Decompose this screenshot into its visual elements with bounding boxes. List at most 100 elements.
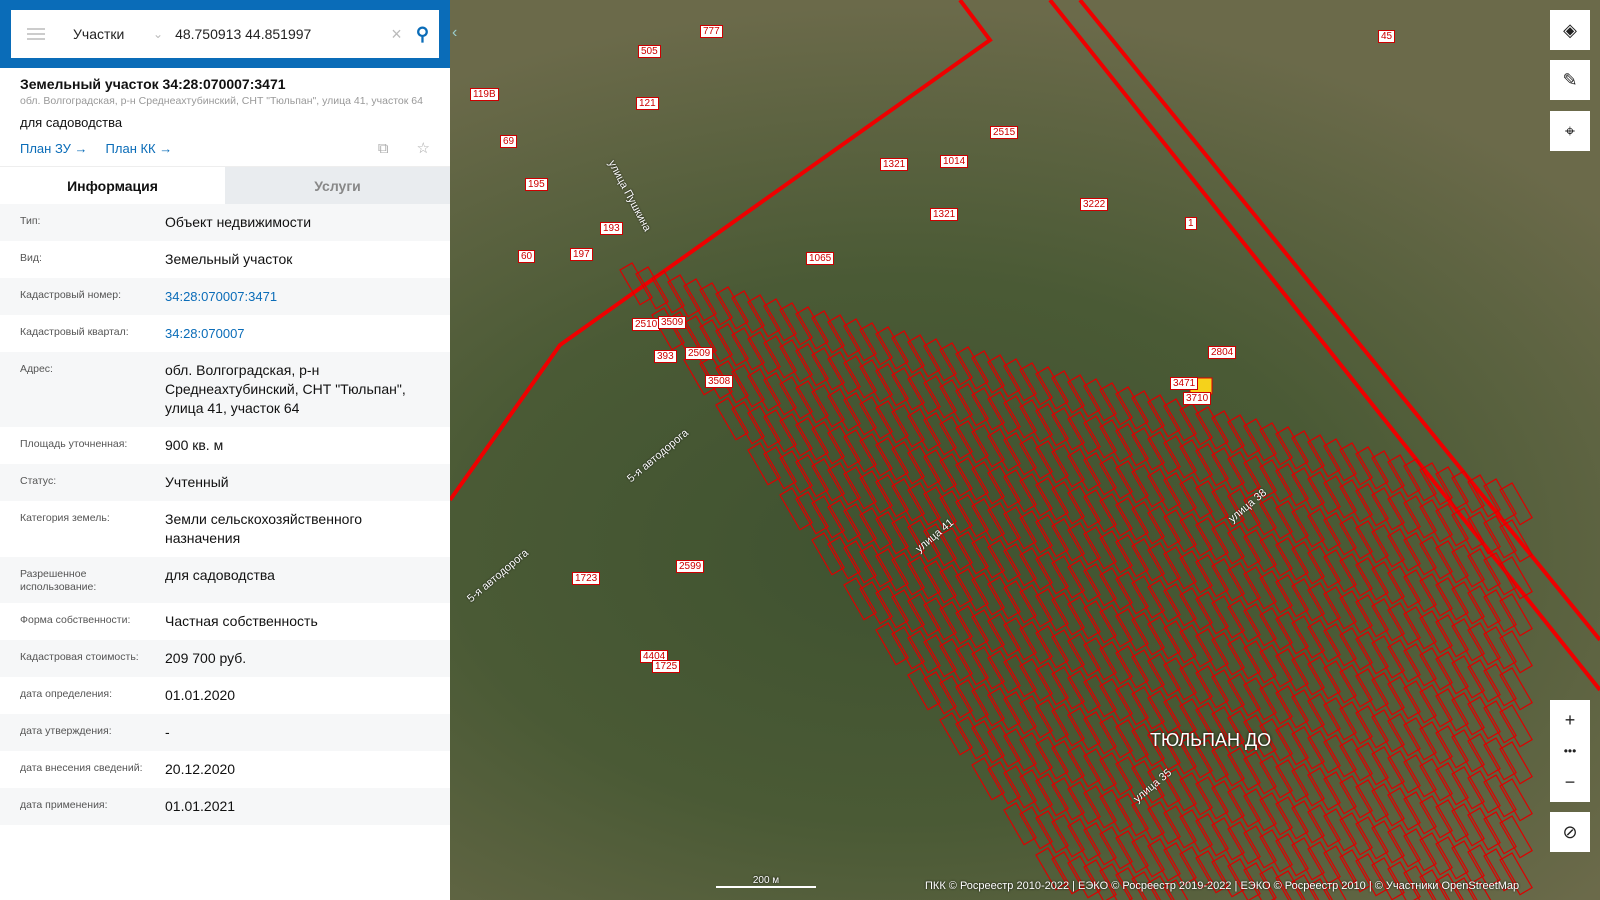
parcel-label[interactable]: 393 bbox=[654, 350, 677, 363]
parcel-label[interactable]: 2515 bbox=[990, 126, 1019, 139]
parcel-polygon bbox=[763, 335, 797, 379]
parcel-label[interactable]: 777 bbox=[700, 25, 723, 38]
chevron-down-icon[interactable]: ⌄ bbox=[153, 27, 163, 41]
parcel-label[interactable]: 2804 bbox=[1208, 346, 1237, 359]
parcel-label[interactable]: 121 bbox=[636, 97, 659, 110]
parcel-polygon bbox=[763, 298, 797, 342]
parcel-polygon bbox=[1067, 411, 1101, 455]
parcel-label[interactable]: 1725 bbox=[652, 660, 681, 673]
parcel-label[interactable]: 195 bbox=[525, 178, 548, 191]
star-icon[interactable]: ☆ bbox=[417, 139, 430, 157]
parcel-polygon bbox=[1115, 571, 1149, 615]
parcel-polygon bbox=[811, 458, 845, 502]
parcel-polygon bbox=[1387, 602, 1421, 646]
zoom-in-button[interactable]: + bbox=[1550, 700, 1590, 740]
parcel-label[interactable]: 193 bbox=[600, 222, 623, 235]
layers-button[interactable]: ◈ bbox=[1550, 10, 1590, 50]
parcel-polygon bbox=[939, 453, 973, 497]
parcel-label[interactable]: 197 bbox=[570, 248, 593, 261]
tab-info[interactable]: Информация bbox=[0, 167, 225, 204]
parcel-label[interactable]: 505 bbox=[638, 45, 661, 58]
attribute-row: Статус: Учтенный bbox=[0, 464, 450, 501]
parcel-polygon bbox=[715, 323, 749, 367]
parcel-polygon bbox=[987, 354, 1021, 398]
parcel-polygon bbox=[1403, 754, 1437, 798]
tab-services[interactable]: Услуги bbox=[225, 167, 450, 204]
parcel-polygon bbox=[923, 375, 957, 419]
parcel-polygon bbox=[1147, 505, 1181, 549]
parcel-label[interactable]: 60 bbox=[518, 250, 536, 263]
parcel-label[interactable]: 45 bbox=[1378, 30, 1396, 43]
parcel-polygon bbox=[1291, 800, 1325, 844]
parcel-polygon bbox=[1227, 747, 1261, 791]
plan-kk-link[interactable]: План КК → bbox=[106, 141, 173, 156]
parcel-polygon bbox=[1307, 471, 1341, 515]
parcel-polygon bbox=[1451, 655, 1485, 699]
search-input[interactable]: 48.750913 44.851997 bbox=[175, 26, 391, 42]
ruler-button[interactable]: ✎ bbox=[1550, 60, 1590, 100]
menu-icon[interactable] bbox=[27, 28, 45, 40]
parcel-label[interactable]: 3471 bbox=[1170, 377, 1199, 390]
parcel-label[interactable]: 119В bbox=[470, 88, 499, 101]
clear-icon[interactable]: × bbox=[391, 24, 402, 45]
parcel-label[interactable]: 2509 bbox=[685, 347, 714, 360]
parcel-polygon bbox=[1275, 500, 1309, 544]
collapse-panel-icon[interactable]: ‹ bbox=[452, 24, 457, 42]
parcel-polygon bbox=[1291, 652, 1325, 696]
parcel-polygon bbox=[875, 511, 909, 555]
parcel-polygon bbox=[1291, 578, 1325, 622]
parcel-polygon bbox=[1003, 654, 1037, 698]
more-icon[interactable]: ••• bbox=[1550, 740, 1590, 762]
zoom-out-button[interactable]: − bbox=[1550, 762, 1590, 802]
parcel-polygon bbox=[955, 716, 989, 760]
parcel-polygon bbox=[1275, 574, 1309, 618]
parcel-label[interactable]: 3509 bbox=[658, 316, 687, 329]
parcel-label[interactable]: 2599 bbox=[676, 560, 705, 573]
parcel-polygon bbox=[971, 757, 1005, 801]
parcel-polygon bbox=[747, 294, 781, 338]
parcel-polygon bbox=[1003, 580, 1037, 624]
parcel-polygon bbox=[747, 442, 781, 486]
parcel-purpose: для садоводства bbox=[20, 115, 123, 130]
parcel-polygon bbox=[1195, 406, 1229, 450]
attribute-label: Площадь уточненная: bbox=[20, 438, 128, 450]
attribute-value[interactable]: 34:28:070007 bbox=[165, 324, 430, 343]
parcel-polygon bbox=[1371, 746, 1405, 790]
parcel-polygon bbox=[1227, 821, 1261, 865]
compass-button[interactable]: ⊘ bbox=[1550, 812, 1590, 852]
parcel-polygon bbox=[1083, 526, 1117, 570]
parcel-polygon bbox=[939, 601, 973, 645]
parcel-label[interactable]: 69 bbox=[500, 135, 518, 148]
parcel-polygon bbox=[1339, 664, 1373, 708]
layer-select[interactable]: Участки bbox=[73, 26, 143, 42]
parcel-polygon bbox=[1163, 472, 1197, 516]
parcel-label[interactable]: 1321 bbox=[930, 208, 959, 221]
parcel-label[interactable]: 3222 bbox=[1080, 198, 1109, 211]
parcel-polygon bbox=[1371, 487, 1405, 531]
parcel-label[interactable]: 1014 bbox=[940, 155, 969, 168]
parcel-label[interactable]: 1065 bbox=[806, 252, 835, 265]
parcel-polygon bbox=[1403, 606, 1437, 650]
parcel-label[interactable]: 3710 bbox=[1183, 392, 1212, 405]
attribute-value[interactable]: 34:28:070007:3471 bbox=[165, 287, 430, 306]
parcel-polygon bbox=[1499, 778, 1533, 822]
parcel-polygon bbox=[907, 593, 941, 637]
parcel-label[interactable]: 3508 bbox=[705, 375, 734, 388]
locate-button[interactable]: ⌖ bbox=[1550, 111, 1590, 151]
parcel-label[interactable]: 1321 bbox=[880, 158, 909, 171]
parcel-label[interactable]: 1 bbox=[1185, 217, 1197, 230]
parcel-label[interactable]: 1723 bbox=[572, 572, 601, 585]
plan-zu-link[interactable]: План ЗУ → bbox=[20, 141, 88, 156]
parcel-polygon bbox=[1387, 676, 1421, 720]
parcel-label[interactable]: 2510 bbox=[632, 318, 661, 331]
parcel-polygon bbox=[1307, 545, 1341, 589]
parcel-polygon bbox=[955, 679, 989, 723]
parcel-polygon bbox=[731, 327, 765, 371]
search-icon[interactable]: ⚲ bbox=[416, 24, 429, 45]
parcel-polygon bbox=[1099, 493, 1133, 537]
zoom-to-icon[interactable]: ⧉ bbox=[378, 140, 389, 157]
parcel-polygon bbox=[971, 461, 1005, 505]
parcel-polygon bbox=[987, 391, 1021, 435]
parcel-polygon bbox=[1275, 537, 1309, 581]
parcel-polygon bbox=[1019, 362, 1053, 406]
